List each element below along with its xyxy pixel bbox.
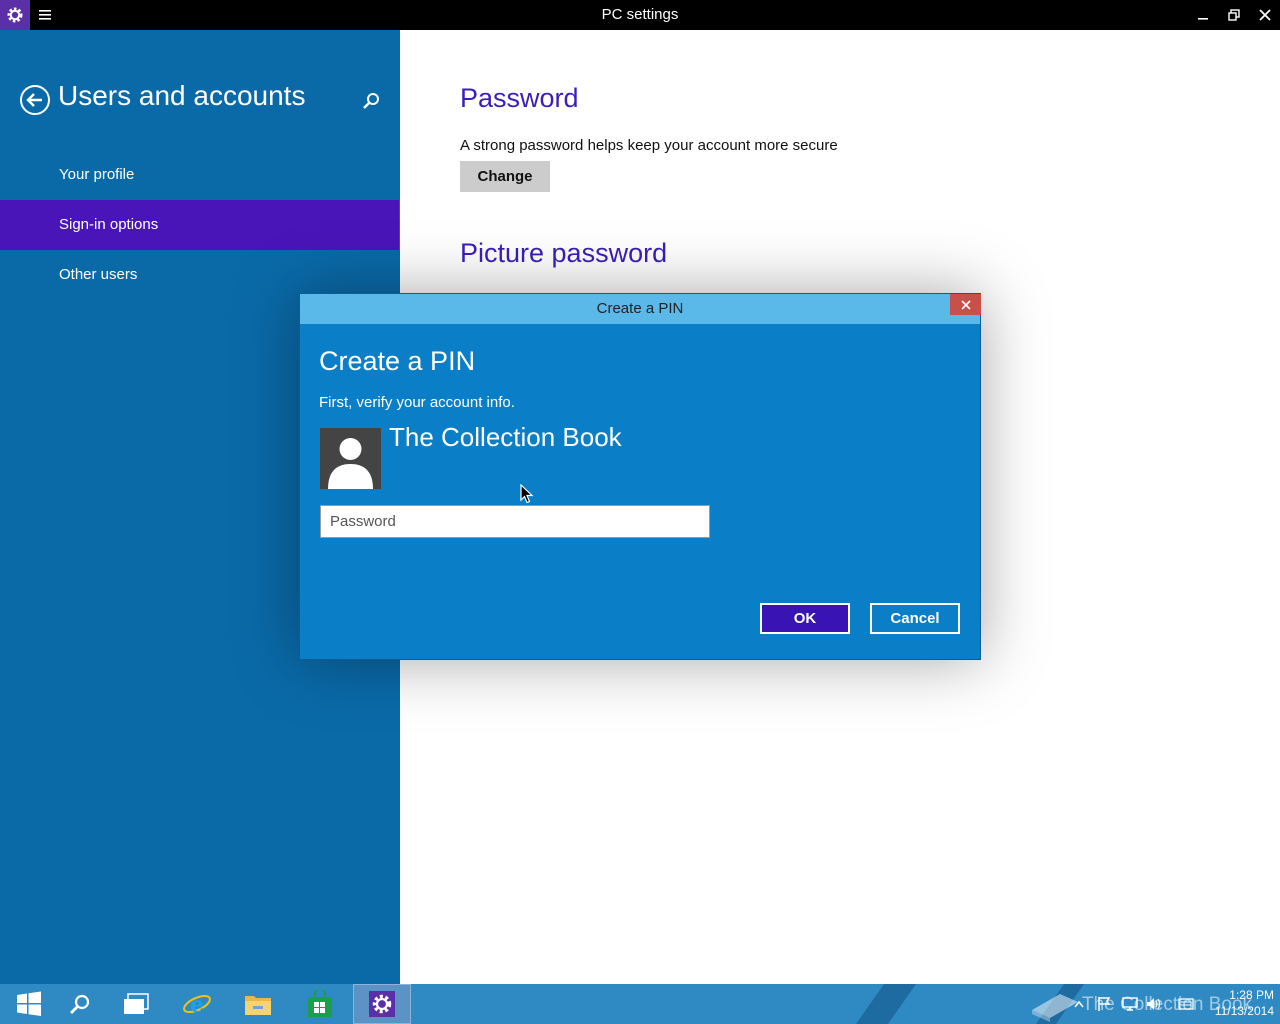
volume-icon[interactable] — [1144, 984, 1164, 1024]
dialog-close-icon[interactable] — [950, 294, 981, 315]
hamburger-icon[interactable] — [36, 6, 54, 24]
password-heading: Password — [460, 83, 579, 113]
sidebar-item-label: Your profile — [59, 166, 135, 183]
settings-icon[interactable] — [353, 984, 411, 1024]
clock-date: 11/13/2014 — [1214, 1004, 1274, 1018]
user-silhouette-icon — [328, 438, 373, 489]
clock-time: 1:28 PM — [1229, 988, 1274, 1002]
minimize-icon[interactable] — [1188, 0, 1218, 30]
ok-button[interactable]: OK — [760, 603, 850, 634]
sidebar-item-your-profile[interactable]: Your profile — [0, 150, 399, 200]
dialog-titlebar: Create a PIN — [300, 294, 980, 324]
password-description: A strong password helps keep your accoun… — [460, 137, 838, 154]
back-arrow-icon[interactable] — [19, 84, 51, 116]
password-field[interactable] — [320, 505, 710, 538]
taskbar-decoration — [855, 984, 917, 1024]
window-titlebar: PC settings — [0, 0, 1280, 30]
search-icon[interactable] — [51, 984, 109, 1024]
keyboard-icon[interactable] — [1175, 984, 1197, 1024]
mouse-cursor-icon — [520, 483, 534, 504]
change-password-button[interactable]: Change — [460, 161, 550, 192]
search-icon[interactable] — [360, 90, 382, 112]
task-view-icon[interactable] — [107, 984, 165, 1024]
taskbar: e The Collection Book 1:28 PM 11/13/2014 — [0, 984, 1280, 1024]
dialog-title: Create a PIN — [596, 300, 684, 317]
dialog-subtitle: First, verify your account info. — [319, 394, 515, 411]
svg-text:e: e — [190, 992, 204, 1018]
account-name: The Collection Book — [389, 422, 622, 452]
page-title: Users and accounts — [58, 80, 306, 111]
start-icon[interactable] — [0, 984, 58, 1024]
restore-icon[interactable] — [1219, 0, 1249, 30]
file-explorer-icon[interactable] — [229, 984, 287, 1024]
taskbar-clock[interactable]: 1:28 PM 11/13/2014 — [1200, 987, 1274, 1019]
window-title: PC settings — [601, 6, 679, 23]
sidebar-item-label: Sign-in options — [59, 216, 159, 233]
store-icon[interactable] — [291, 984, 349, 1024]
action-center-flag-icon[interactable] — [1094, 984, 1114, 1024]
show-hidden-icons-chevron-icon[interactable] — [1070, 984, 1088, 1024]
internet-explorer-icon[interactable]: e — [168, 984, 226, 1024]
avatar — [320, 428, 381, 489]
gear-icon[interactable] — [0, 0, 30, 30]
network-icon[interactable] — [1120, 984, 1140, 1024]
dialog-heading: Create a PIN — [319, 346, 476, 376]
close-icon[interactable] — [1250, 0, 1280, 30]
sidebar-item-label: Other users — [59, 266, 138, 283]
create-pin-dialog: Create a PIN Create a PIN First, verify … — [299, 293, 981, 660]
cancel-button[interactable]: Cancel — [870, 603, 960, 634]
picture-password-heading: Picture password — [460, 238, 668, 268]
sidebar-item-sign-in-options[interactable]: Sign-in options — [0, 200, 399, 250]
